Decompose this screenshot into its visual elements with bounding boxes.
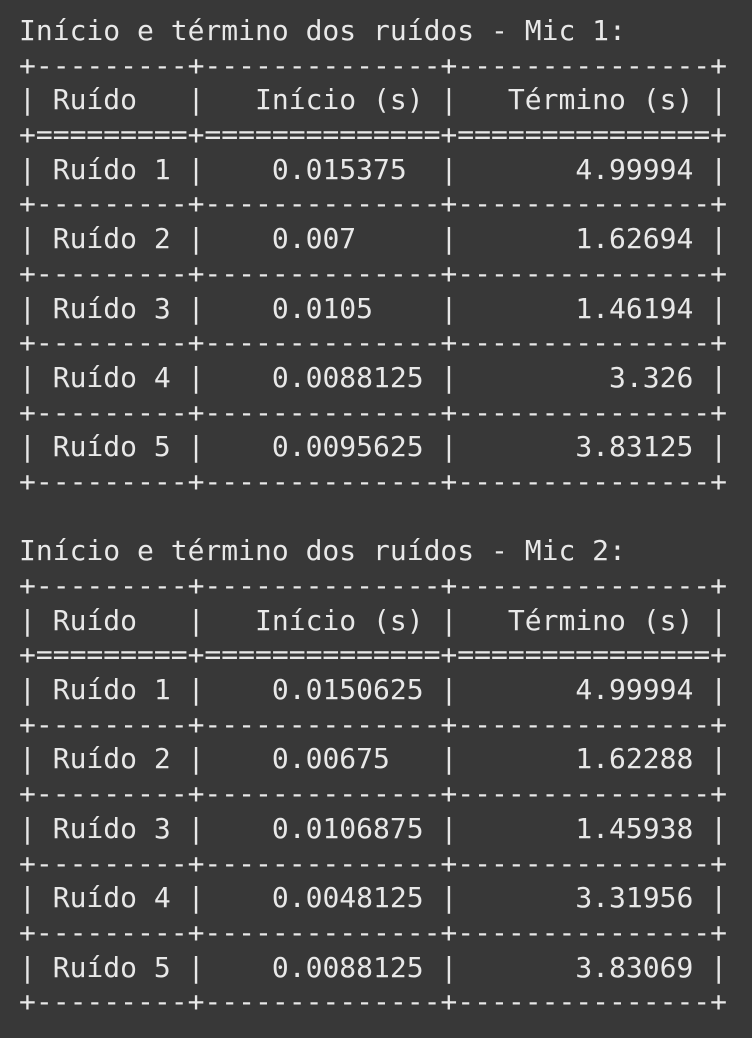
table-row-cell-3: 3.326: [457, 360, 711, 394]
table-row-cell-1: Ruído 2: [35, 742, 188, 776]
table-row-cell-1: Ruído 4: [35, 360, 188, 394]
table-row-border: +---------+--------------+--------------…: [19, 464, 728, 498]
table-row: | Ruído 1 | 0.0150625 | 4.99994 |: [19, 673, 728, 707]
table-title: Início e término dos ruídos - Mic 2:: [19, 534, 626, 568]
table-header-cell: Início (s): [204, 603, 441, 637]
table-header-separator: +=========+==============+==============…: [19, 638, 728, 672]
table-row-cell-3: 3.83125: [457, 430, 711, 464]
table-row-border: +---------+--------------+--------------…: [19, 395, 728, 429]
table-row-cell-3: 1.62694: [457, 222, 711, 256]
table-header-row: | Ruído | Início (s) | Término (s) |: [19, 83, 728, 117]
table-row-border: +---------+--------------+--------------…: [19, 915, 728, 949]
table-row-border: +---------+--------------+--------------…: [19, 846, 728, 880]
table-header-row: | Ruído | Início (s) | Término (s) |: [19, 603, 728, 637]
table-row-border: +---------+--------------+--------------…: [19, 777, 728, 811]
table-header-cell: Término (s): [457, 603, 711, 637]
table-row-cell-3: 4.99994: [457, 152, 711, 186]
table-row-cell-2: 0.0106875: [204, 811, 441, 845]
table-row-cell-1: Ruído 3: [35, 291, 188, 325]
table-row-cell-2: 0.0105: [204, 291, 441, 325]
table-row-border: +---------+--------------+--------------…: [19, 326, 728, 360]
table-row-cell-1: Ruído 1: [35, 152, 188, 186]
table-row: | Ruído 2 | 0.00675 | 1.62288 |: [19, 742, 728, 776]
table-row: | Ruído 1 | 0.015375 | 4.99994 |: [19, 152, 728, 186]
table-row-cell-1: Ruído 1: [35, 673, 188, 707]
table-row-cell-3: 3.31956: [457, 881, 711, 915]
table-row: | Ruído 5 | 0.0095625 | 3.83125 |: [19, 430, 728, 464]
table-row-cell-2: 0.015375: [204, 152, 441, 186]
table-row-cell-1: Ruído 3: [35, 811, 188, 845]
table-top-border: +---------+--------------+--------------…: [19, 48, 728, 82]
table-row-cell-1: Ruído 4: [35, 881, 188, 915]
table-row-border: +---------+--------------+--------------…: [19, 187, 728, 221]
table-row-cell-2: 0.0088125: [204, 950, 441, 984]
table-header-cell: Ruído: [35, 603, 188, 637]
table-row-border: +---------+--------------+--------------…: [19, 256, 728, 290]
table-row: | Ruído 3 | 0.0106875 | 1.45938 |: [19, 811, 728, 845]
table-header-cell: Término (s): [457, 83, 711, 117]
table-row-border: +---------+--------------+--------------…: [19, 985, 728, 1019]
table-row-cell-2: 0.0088125: [204, 360, 441, 394]
table-row-cell-3: 4.99994: [457, 673, 711, 707]
table-top-border: +---------+--------------+--------------…: [19, 569, 728, 602]
table-row-cell-2: 0.0095625: [204, 430, 441, 464]
table-row-cell-2: 0.0150625: [204, 673, 441, 707]
table-row-cell-3: 1.62288: [457, 742, 711, 776]
table-row-cell-2: 0.00675: [204, 742, 441, 776]
table-row: | Ruído 5 | 0.0088125 | 3.83069 |: [19, 950, 728, 984]
table-row: | Ruído 3 | 0.0105 | 1.46194 |: [19, 291, 728, 325]
table-title: Início e término dos ruídos - Mic 1:: [19, 14, 626, 47]
table-row: | Ruído 2 | 0.007 | 1.62694 |: [19, 222, 728, 256]
terminal-output: Início e término dos ruídos - Mic 1: +---…: [19, 14, 727, 1020]
table-header-separator: +=========+==============+==============…: [19, 118, 728, 152]
table-header-cell: Ruído: [35, 83, 188, 117]
table-row-cell-2: 0.007: [204, 222, 441, 256]
table-row-border: +---------+--------------+--------------…: [19, 707, 728, 741]
table-row-cell-1: Ruído 5: [35, 430, 188, 464]
table-header-cell: Início (s): [204, 83, 441, 117]
table-row-cell-3: 1.45938: [457, 811, 711, 845]
table-row-cell-3: 1.46194: [457, 291, 711, 325]
table-row-cell-1: Ruído 5: [35, 950, 188, 984]
table-row-cell-1: Ruído 2: [35, 222, 188, 256]
table-row-cell-3: 3.83069: [457, 950, 711, 984]
table-row: | Ruído 4 | 0.0088125 | 3.326 |: [19, 360, 728, 394]
table-row: | Ruído 4 | 0.0048125 | 3.31956 |: [19, 881, 728, 915]
table-row-cell-2: 0.0048125: [204, 881, 441, 915]
